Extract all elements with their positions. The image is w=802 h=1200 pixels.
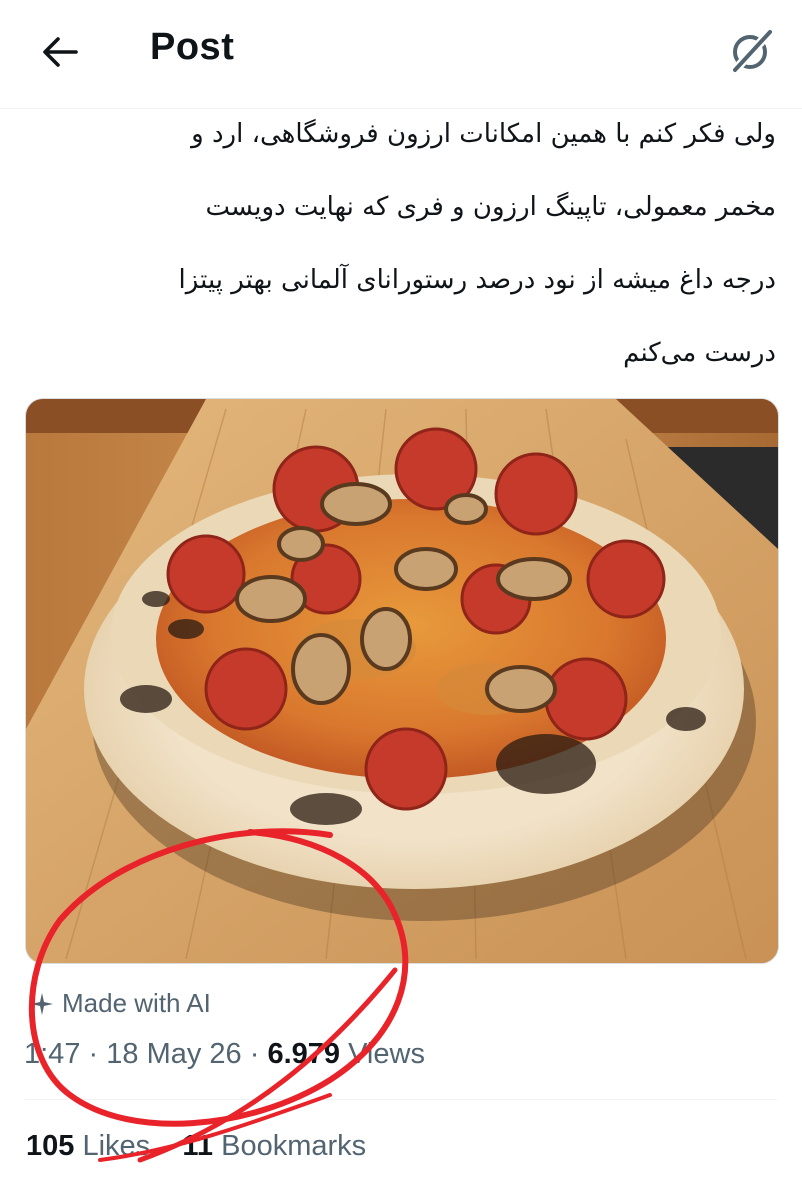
post-text: ولی فکر کنم با همین امکانات ارزون فروشگا…	[24, 98, 776, 390]
bookmarks-stat[interactable]: 11 Bookmarks	[182, 1130, 366, 1162]
likes-label: Likes	[82, 1130, 151, 1162]
likes-stat[interactable]: 105 Likes	[26, 1130, 150, 1162]
made-with-ai-label[interactable]: Made with AI	[30, 988, 211, 1019]
sparkle-icon	[31, 992, 53, 1015]
bookmarks-label: Bookmarks	[221, 1130, 367, 1162]
post-text-line: درجه داغ میشه از نود درصد رستورانای آلما…	[178, 265, 776, 295]
meta-separator: ·	[249, 1038, 260, 1070]
back-button[interactable]	[38, 30, 82, 74]
post-stats: 105 Likes 11 Bookmarks	[26, 1130, 366, 1163]
post-meta: 1:47 · 18 May 26 · 6.979 Views	[24, 1038, 425, 1071]
post-text-line: درست می‌کنم	[623, 338, 776, 368]
divider	[25, 1099, 777, 1100]
post-image[interactable]	[25, 398, 779, 964]
post-time[interactable]: 1:47	[24, 1038, 80, 1070]
bookmarks-count: 11	[182, 1130, 214, 1162]
post-text-line: مخمر معمولی، تاپینگ ارزون و فری که نهایت…	[205, 192, 776, 222]
grok-button[interactable]	[726, 26, 776, 76]
top-bar: Post	[0, 0, 802, 109]
arrow-left-icon	[43, 37, 78, 67]
grok-icon	[730, 27, 775, 75]
page-title: Post	[150, 26, 235, 68]
pizza-image	[26, 399, 778, 963]
views-count: 6.979	[267, 1038, 341, 1070]
ai-label-text: Made with AI	[62, 988, 211, 1018]
post-date[interactable]: 18 May 26	[106, 1038, 241, 1070]
meta-separator: ·	[88, 1038, 99, 1070]
views-label: Views	[348, 1038, 425, 1070]
likes-count: 105	[26, 1130, 75, 1162]
